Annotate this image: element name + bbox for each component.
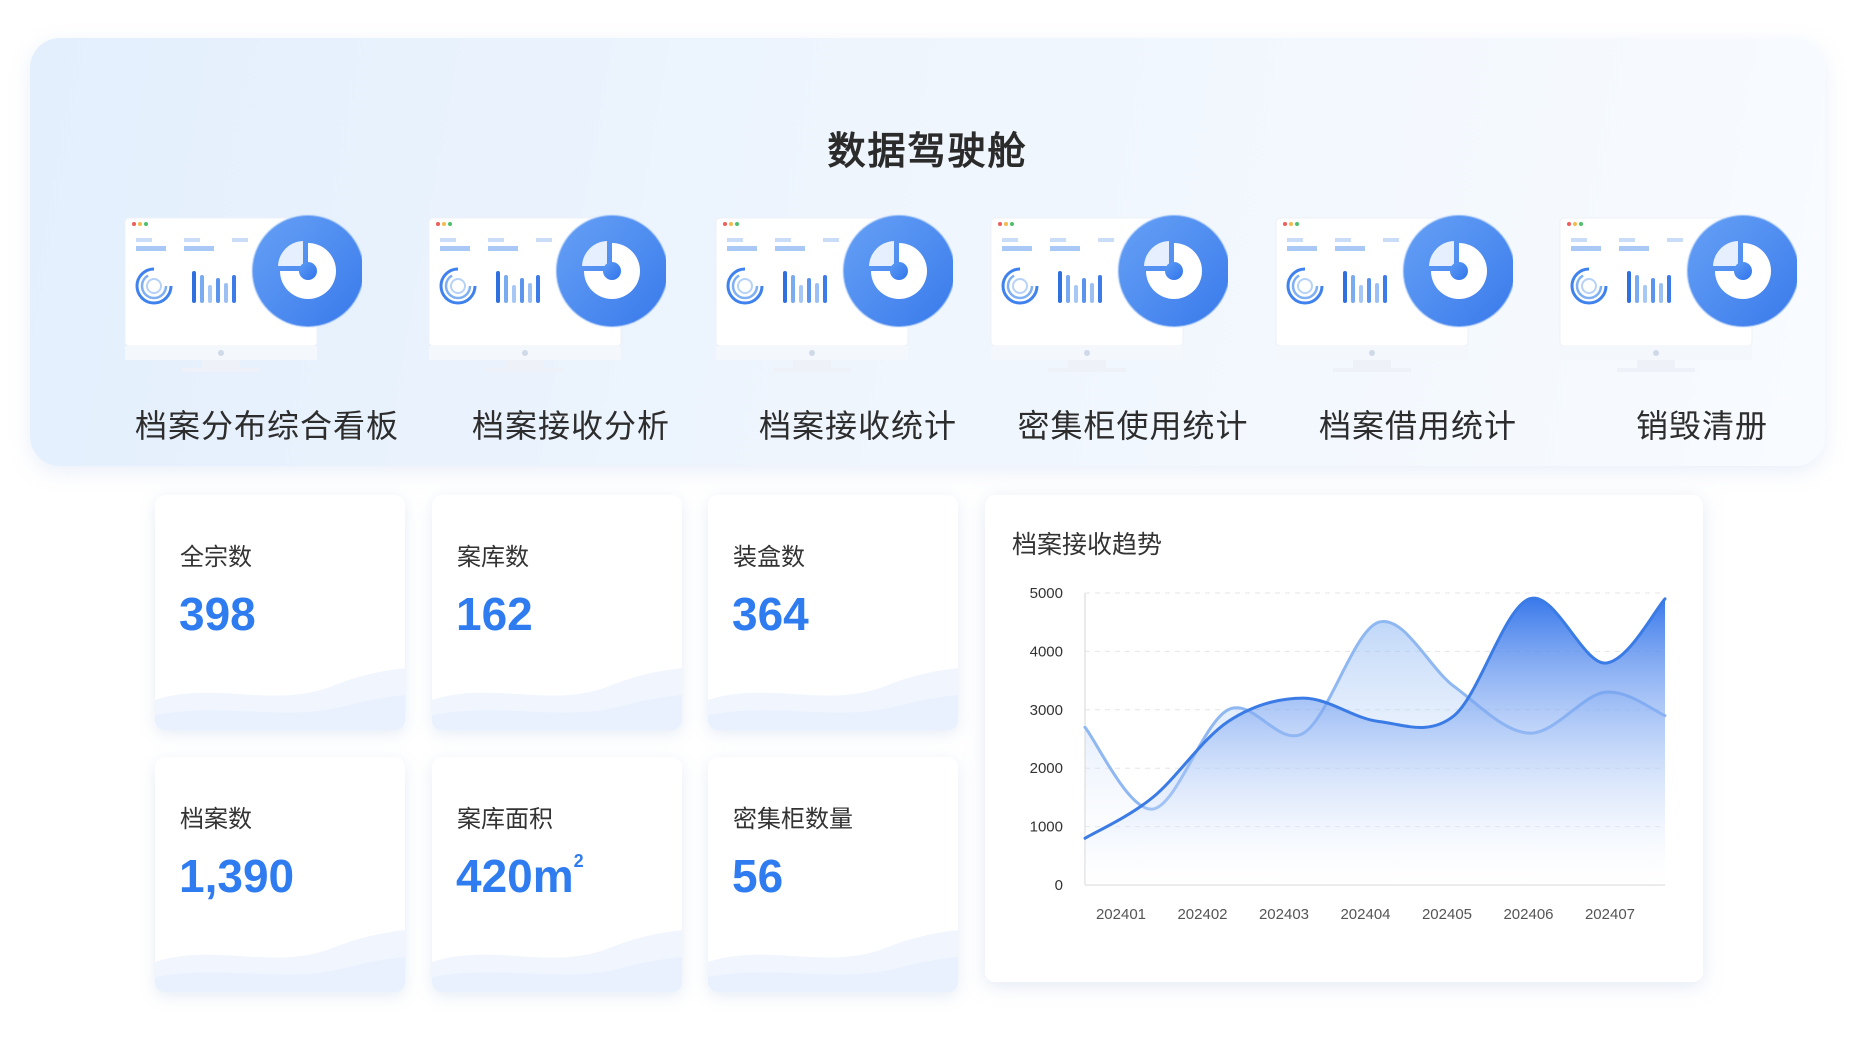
- monitor-pie-icon: [715, 214, 953, 372]
- card-wave-decoration: [155, 930, 405, 992]
- x-tick-label: 202404: [1340, 906, 1390, 923]
- stat-value: 364: [732, 588, 809, 640]
- y-tick-label: 3000: [1030, 702, 1063, 719]
- card-wave-decoration: [708, 668, 958, 730]
- stat-card: 案库数 162: [432, 495, 682, 730]
- stat-card: 密集柜数量 56: [708, 757, 958, 992]
- stat-label: 装盒数: [733, 543, 805, 571]
- stat-value: 162: [456, 588, 533, 640]
- stat-card: 案库面积 420m2: [432, 757, 682, 992]
- stat-value: 398: [179, 588, 256, 640]
- stat-label: 密集柜数量: [733, 805, 853, 833]
- card-wave-decoration: [432, 668, 682, 730]
- trend-chart: 0 1000 2000 3000 4000 5000 202401 202402 202403 2…: [1030, 585, 1667, 923]
- stat-card: 全宗数 398: [155, 495, 405, 730]
- trend-chart-card: 档案接收趋势 0 1000 2000 3000 4000 5000 202401 202402…: [985, 495, 1703, 982]
- stat-value: 56: [732, 850, 784, 902]
- stat-label: 案库面积: [457, 805, 553, 833]
- monitor-pie-icon: [1559, 214, 1797, 372]
- y-tick-label: 5000: [1030, 585, 1063, 602]
- y-tick-label: 1000: [1030, 819, 1063, 836]
- monitor-pie-icon: [1275, 214, 1513, 372]
- stat-label: 档案数: [180, 805, 252, 833]
- x-tick-label: 202402: [1177, 906, 1227, 923]
- x-tick-label: 202406: [1503, 906, 1553, 923]
- x-tick-label: 202401: [1096, 906, 1146, 923]
- page-title: 数据驾驶舱: [827, 129, 1028, 173]
- stat-value: 420m2: [456, 850, 584, 902]
- stat-label: 全宗数: [180, 543, 252, 571]
- card-wave-decoration: [432, 930, 682, 992]
- x-tick-label: 202403: [1259, 906, 1309, 923]
- module-card[interactable]: 档案分布综合看板: [122, 213, 412, 453]
- y-tick-label: 0: [1055, 877, 1063, 894]
- monitor-pie-icon: [124, 214, 362, 372]
- stat-value: 1,390: [179, 850, 295, 902]
- monitor-pie-icon: [990, 214, 1228, 372]
- x-tick-label: 202407: [1585, 906, 1635, 923]
- y-tick-label: 4000: [1030, 643, 1063, 660]
- stat-card: 装盒数 364: [708, 495, 958, 730]
- module-label: 销毁清册: [1635, 407, 1768, 445]
- card-wave-decoration: [708, 930, 958, 992]
- dashboard-panel: 数据驾驶舱 档案分布综合看板 档案接收分析 档案接收统计 密集柜使用统计 档案借…: [30, 38, 1825, 466]
- card-wave-decoration: [155, 668, 405, 730]
- unit-superscript: 2: [573, 851, 584, 871]
- y-tick-label: 2000: [1030, 760, 1063, 777]
- stat-label: 案库数: [457, 543, 529, 571]
- monitor-pie-icon: [428, 214, 666, 372]
- x-tick-label: 202405: [1422, 906, 1472, 923]
- module-card[interactable]: 销毁清册: [1557, 213, 1847, 453]
- stat-card: 档案数 1,390: [155, 757, 405, 992]
